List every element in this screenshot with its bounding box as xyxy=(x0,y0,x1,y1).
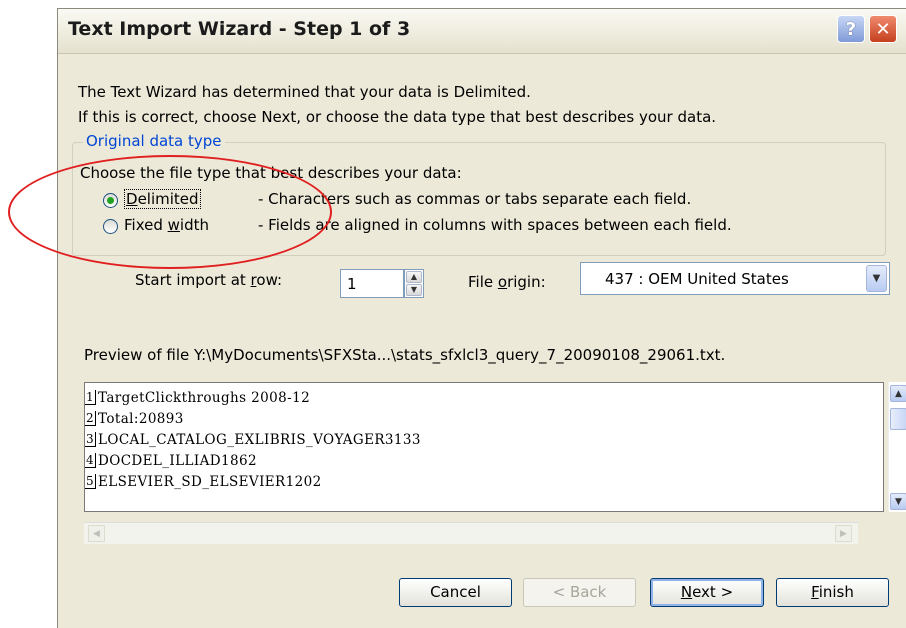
file-origin-label: File origin: xyxy=(468,273,546,291)
title-bar[interactable]: Text Import Wizard - Step 1 of 3 ? ✕ xyxy=(58,9,906,54)
help-icon: ? xyxy=(845,18,857,40)
delimited-label[interactable]: Delimited xyxy=(124,189,201,209)
scroll-down-icon[interactable]: ▼ xyxy=(890,493,906,510)
preview-vertical-scrollbar[interactable]: ▲ ▼ xyxy=(888,382,906,512)
radio-selected-dot xyxy=(107,197,114,204)
finish-button[interactable]: Finish xyxy=(776,578,889,607)
preview-label: Preview of file Y:\MyDocuments\SFXSta...… xyxy=(84,346,726,364)
intro-line-2: If this is correct, choose Next, or choo… xyxy=(78,108,717,126)
start-import-label: Start import at row: xyxy=(135,271,283,289)
preview-line: 3 LOCAL_CATALOG_EXLIBRIS_VOYAGER3133 xyxy=(85,431,421,448)
delimited-description: - Characters such as commas or tabs sepa… xyxy=(258,190,692,208)
close-icon: ✕ xyxy=(875,18,891,40)
preview-lines: 1 TargetClickthroughs 2008-12 2 Total:2089… xyxy=(85,387,421,492)
file-origin-select[interactable]: 437 : OEM United States xyxy=(580,262,890,295)
delimited-radio[interactable] xyxy=(103,193,118,208)
back-button[interactable]: < Back xyxy=(523,578,636,607)
text-import-wizard-dialog: Text Import Wizard - Step 1 of 3 ? ✕ The… xyxy=(57,8,906,628)
cancel-button[interactable]: Cancel xyxy=(399,578,512,607)
preview-line: 5 ELSEVIER_SD_ELSEVIER1202 xyxy=(85,473,322,490)
scroll-right-icon[interactable]: ▶ xyxy=(835,525,852,542)
spin-down-button[interactable]: ▼ xyxy=(406,284,422,296)
group-legend: Original data type xyxy=(83,132,225,150)
help-button[interactable]: ? xyxy=(837,15,865,43)
fixed-width-radio[interactable] xyxy=(103,219,118,234)
close-button[interactable]: ✕ xyxy=(869,15,897,43)
next-button[interactable]: Next > xyxy=(650,578,764,607)
scroll-thumb[interactable] xyxy=(890,408,906,430)
scroll-up-icon[interactable]: ▲ xyxy=(890,385,906,402)
preview-line: 1 TargetClickthroughs 2008-12 xyxy=(85,389,311,406)
preview-line: 4 DOCDEL_ILLIAD1862 xyxy=(85,452,257,469)
intro-line-1: The Text Wizard has determined that your… xyxy=(78,83,531,101)
file-type-prompt: Choose the file type that best describes… xyxy=(80,164,462,182)
row-spinner: ▲ ▼ xyxy=(404,269,424,298)
scroll-left-icon[interactable]: ◀ xyxy=(88,525,105,542)
window-title: Text Import Wizard - Step 1 of 3 xyxy=(68,18,411,40)
spin-up-button[interactable]: ▲ xyxy=(406,271,422,283)
file-preview-pane[interactable]: 1 TargetClickthroughs 2008-12 2 Total:2089… xyxy=(84,382,884,512)
fixed-width-description: - Fields are aligned in columns with spa… xyxy=(258,216,732,234)
chevron-down-icon[interactable]: ▼ xyxy=(866,265,887,292)
preview-horizontal-scrollbar[interactable]: ◀ ▶ xyxy=(84,522,858,544)
preview-line: 2 Total:20893 xyxy=(85,410,184,427)
fixed-width-label[interactable]: Fixed width xyxy=(124,216,209,234)
start-import-row-input[interactable]: 1 xyxy=(340,269,404,298)
